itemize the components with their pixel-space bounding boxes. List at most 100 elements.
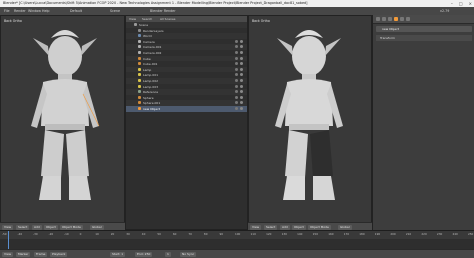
timeline-tick-label: 80 — [203, 232, 208, 236]
menu-file[interactable]: File — [4, 9, 10, 13]
timeline-tick-label: 130 — [281, 232, 287, 236]
timeline-editor[interactable]: -50 -40 -30 -20 -10 0 10 20 30 40 50 60 70 80 90 100 110… — [0, 230, 474, 258]
eye-icon[interactable] — [235, 67, 238, 71]
eye-icon[interactable] — [235, 79, 238, 82]
timeline-tick-label: 110 — [250, 232, 256, 236]
minimize-icon[interactable]: – — [451, 1, 453, 6]
camera-icon — [138, 51, 141, 54]
timeline-tick-label: -20 — [48, 232, 54, 236]
transform-orientation[interactable]: Global — [90, 224, 104, 230]
timeline-tick-label: 60 — [172, 232, 177, 236]
empty-icon — [138, 90, 141, 94]
camera-render-icon[interactable] — [240, 62, 243, 66]
left-3d-viewport[interactable]: Back Ortho (3) new Object — [0, 15, 125, 230]
eye-icon[interactable] — [235, 84, 238, 88]
mesh-icon — [138, 107, 141, 110]
scene-icon[interactable] — [382, 17, 386, 21]
timeline-tick-label: 120 — [266, 232, 272, 236]
add-menu[interactable]: Add — [32, 224, 42, 230]
view-menu[interactable]: View — [2, 224, 14, 230]
object-menu[interactable]: Object — [292, 224, 306, 230]
object-menu[interactable]: Object — [44, 224, 58, 230]
timeline-tick-label: -10 — [64, 232, 69, 236]
camera-render-icon[interactable] — [240, 101, 243, 105]
material-icon[interactable] — [406, 17, 410, 21]
camera-render-icon[interactable] — [240, 51, 243, 54]
timeline-tick-label: 200 — [390, 232, 396, 236]
transform-orientation[interactable]: Global — [338, 224, 352, 230]
timeline-tick-label: 90 — [219, 232, 224, 236]
camera-render-icon[interactable] — [240, 107, 243, 110]
outliner-panel[interactable]: View Search All Scenes Scene RenderLayer… — [125, 15, 248, 230]
eye-icon[interactable] — [235, 51, 238, 54]
outliner-row-selected[interactable]: new Object — [126, 106, 247, 112]
camera-icon — [138, 39, 141, 43]
timeline-tick-label: 180 — [359, 232, 365, 236]
window-title: Blender* [C:\Users\Lucca\Documents\Shift… — [3, 1, 308, 5]
eye-icon[interactable] — [235, 90, 238, 94]
render-icon[interactable] — [376, 17, 380, 21]
outliner-view-menu[interactable]: View — [129, 17, 136, 21]
eye-icon[interactable] — [235, 107, 238, 110]
properties-header — [373, 15, 474, 24]
render-engine-selector[interactable]: Blender Render — [150, 9, 176, 13]
camera-render-icon[interactable] — [240, 56, 243, 60]
close-icon[interactable]: × — [469, 1, 472, 6]
select-menu[interactable]: Select — [16, 224, 30, 230]
mode-selector[interactable]: Object Mode — [308, 224, 331, 230]
transform-section-header[interactable]: Transform — [376, 35, 472, 41]
right-3d-viewport[interactable]: Back Ortho (3) new Object — [248, 15, 372, 230]
timeline-tick-label: 30 — [126, 232, 130, 236]
object-icon[interactable] — [394, 17, 398, 21]
properties-panel[interactable]: new Object Transform — [372, 15, 474, 230]
camera-icon — [138, 45, 141, 49]
timeline-tick-label: 170 — [343, 232, 350, 236]
renderlayer-icon — [138, 28, 141, 32]
timeline-tick-label: 140 — [297, 232, 303, 236]
modifiers-icon[interactable] — [400, 17, 404, 21]
eye-icon[interactable] — [235, 56, 238, 60]
eye-icon[interactable] — [235, 62, 238, 66]
lamp-icon — [138, 73, 141, 77]
camera-render-icon[interactable] — [240, 90, 243, 94]
camera-render-icon[interactable] — [240, 79, 243, 82]
scene-selector[interactable]: Scene — [110, 9, 120, 13]
mesh-icon — [138, 56, 141, 60]
eye-icon[interactable] — [235, 101, 238, 105]
menu-window[interactable]: Window — [28, 9, 41, 13]
timeline-ruler[interactable]: -50 -40 -30 -20 -10 0 10 20 30 40 50 60 70 80 90 100 110… — [0, 231, 474, 239]
timeline-tick-label: 40 — [141, 232, 146, 236]
timeline-tick-label: 100 — [235, 232, 241, 236]
version-label: v2.79 — [440, 9, 450, 13]
camera-render-icon[interactable] — [240, 84, 243, 88]
object-name-field[interactable]: new Object — [376, 26, 472, 32]
timeline-tick-label: 50 — [157, 232, 161, 236]
character-model-right — [275, 30, 343, 200]
camera-render-icon[interactable] — [240, 95, 243, 99]
scene-icon — [134, 23, 137, 26]
select-menu[interactable]: Select — [264, 224, 278, 230]
camera-render-icon[interactable] — [240, 73, 243, 77]
current-frame-cursor[interactable] — [8, 231, 9, 249]
maximize-icon[interactable]: □ — [459, 1, 463, 6]
eye-icon[interactable] — [235, 95, 238, 99]
outliner-display-mode[interactable]: All Scenes — [160, 17, 175, 21]
world-icon[interactable] — [388, 17, 392, 21]
view-menu[interactable]: View — [250, 224, 262, 230]
timeline-tick-label: 220 — [421, 232, 427, 236]
camera-render-icon[interactable] — [240, 67, 243, 71]
eye-icon[interactable] — [235, 45, 238, 49]
menu-render[interactable]: Render — [14, 9, 26, 13]
add-menu[interactable]: Add — [280, 224, 290, 230]
timeline-tick-label: -50 — [2, 232, 7, 236]
layout-selector[interactable]: Default — [70, 9, 82, 13]
eye-icon[interactable] — [235, 73, 238, 77]
eye-icon[interactable] — [235, 39, 238, 43]
camera-render-icon[interactable] — [240, 39, 243, 43]
outliner-search-menu[interactable]: Search — [142, 17, 152, 21]
camera-render-icon[interactable] — [240, 45, 243, 49]
mode-selector[interactable]: Object Mode — [60, 224, 83, 230]
timeline-tick-label: 0 — [79, 232, 82, 236]
menu-help[interactable]: Help — [42, 9, 50, 13]
timeline-tick-label: 160 — [328, 232, 334, 236]
